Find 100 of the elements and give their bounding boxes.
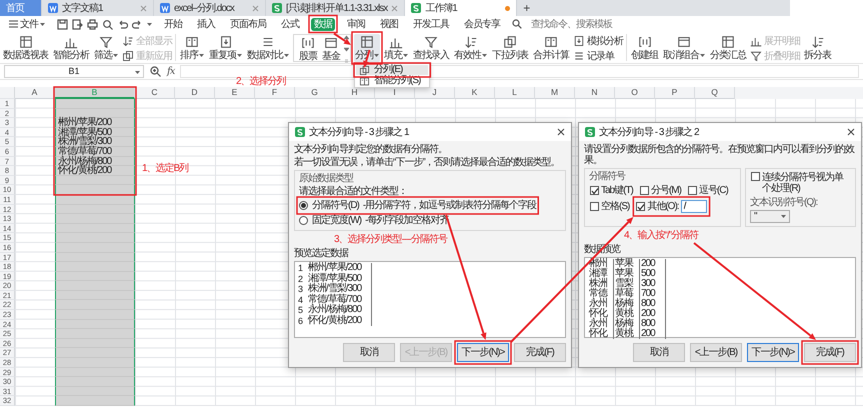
column-header[interactable]: K	[455, 87, 495, 99]
new-tab-button[interactable]: +	[517, 0, 536, 16]
dialog-button[interactable]: 下一步(N)>	[747, 343, 799, 362]
checkbox-label[interactable]: 其他(O):	[647, 201, 679, 212]
ribbon-button[interactable]: 基金	[321, 35, 341, 63]
ribbon-button[interactable]: 下拉列表	[491, 34, 529, 62]
column-header[interactable]: M	[535, 87, 575, 99]
option-label[interactable]: 固定宽度(W)	[312, 215, 362, 226]
ribbon-button[interactable]: 筛选	[93, 34, 119, 62]
menu-tab[interactable]: 页面布局	[227, 18, 269, 30]
ribbon-button[interactable]: 记录单	[573, 50, 623, 62]
ribbon-button[interactable]: 合并计算	[532, 34, 570, 62]
checkbox[interactable]	[640, 186, 649, 195]
dialog-button[interactable]: 完成(F)	[804, 343, 856, 362]
scroll-arrows-icon[interactable]	[344, 35, 349, 65]
zoom-icon[interactable]	[150, 66, 161, 77]
window-tab[interactable]: 文字文稿1	[42, 0, 154, 16]
sort-icon	[810, 35, 824, 49]
export-icon[interactable]	[72, 18, 83, 30]
option-label[interactable]: 分隔符号(D)	[312, 200, 359, 211]
ribbon-button[interactable]: 排序	[179, 34, 205, 62]
ribbon-button[interactable]: 重复项	[208, 34, 243, 62]
preview-text: 湘潭/苹果/500	[308, 274, 372, 284]
column-header[interactable]: N	[575, 87, 615, 99]
checkbox[interactable]	[590, 202, 599, 211]
window-tab[interactable]: 工作簿1	[405, 0, 518, 16]
save-icon[interactable]	[57, 18, 68, 30]
ribbon-button[interactable]: 分类汇总	[709, 34, 747, 62]
close-icon[interactable]	[557, 128, 565, 136]
dialog-button[interactable]: <上一步(B)	[690, 343, 742, 362]
ribbon-button[interactable]: 取消组合	[662, 34, 706, 62]
ribbon-button[interactable]: 拆分表	[803, 34, 832, 62]
checkbox-label[interactable]: 逗号(C)	[698, 185, 728, 196]
checkbox-label[interactable]: 分号(M)	[650, 185, 681, 196]
ribbon-button[interactable]: 填充	[383, 34, 409, 62]
close-icon[interactable]	[847, 128, 855, 136]
caret-icon	[113, 54, 118, 57]
column-header[interactable]: G	[295, 87, 335, 99]
table-icon	[360, 35, 374, 49]
column-header[interactable]: F	[255, 87, 295, 99]
window-icon	[324, 36, 338, 50]
checkbox[interactable]	[751, 172, 760, 181]
annotation-text: 4、输入按“/”分隔符	[623, 229, 700, 242]
menu-tab[interactable]: 开始	[161, 18, 185, 30]
ribbon-button[interactable]: 智能分析	[52, 34, 90, 62]
column-header[interactable]: E	[215, 87, 255, 99]
checkbox[interactable]	[688, 186, 697, 195]
column-header[interactable]: P	[655, 87, 695, 99]
radio-button[interactable]	[299, 216, 308, 225]
delimiter-input[interactable]: /	[680, 200, 707, 213]
column-header[interactable]: L	[495, 87, 535, 99]
preview-cell: 300	[640, 279, 666, 289]
checkbox[interactable]	[636, 202, 646, 211]
name-box[interactable]: B1	[4, 65, 144, 78]
search-icon	[512, 19, 522, 29]
sort-icon	[122, 35, 134, 47]
checkbox-label[interactable]: 空格(S)	[601, 201, 630, 212]
line-number: 4	[298, 294, 304, 305]
ribbon-button[interactable]: 有效性	[453, 34, 488, 62]
file-menu-button[interactable]: 文件	[6, 18, 48, 30]
column-header[interactable]: Q	[695, 87, 735, 99]
dialog-button[interactable]: 取消	[633, 343, 685, 362]
ribbon-button[interactable]: 查找录入	[412, 34, 450, 62]
caret-icon	[199, 54, 204, 57]
menu-item[interactable]: 分列(E)	[356, 65, 428, 75]
menu-tab[interactable]: 公式	[278, 18, 302, 30]
checkbox-label[interactable]: 连续分隔符号视为单个处理(R)	[762, 172, 850, 194]
menu-tab[interactable]: 会员专享	[461, 18, 503, 30]
caret-icon	[374, 54, 379, 57]
dialog-button[interactable]: 取消	[343, 343, 395, 362]
checkbox-label[interactable]: Tab键(T)	[601, 185, 633, 196]
window-tab[interactable]: excel--分列.docx	[154, 0, 266, 16]
column-header[interactable]: D	[175, 87, 215, 99]
search-field[interactable]: 查找命令、搜索模板	[531, 18, 641, 30]
ribbon-button[interactable]: 数据对比	[246, 34, 290, 62]
download-icon	[573, 35, 585, 47]
menu-tab[interactable]: 插入	[194, 18, 218, 30]
checkbox[interactable]	[590, 186, 599, 195]
function-label[interactable]: fx	[167, 66, 174, 77]
column-header[interactable]: O	[615, 87, 655, 99]
printer-icon[interactable]	[87, 18, 98, 30]
dialog-button[interactable]: 完成(F)	[514, 343, 566, 362]
undo-icon[interactable]	[117, 18, 128, 30]
ribbon-button[interactable]: 模拟分析	[573, 35, 623, 47]
column-header[interactable]: C	[135, 87, 175, 99]
redo-icon[interactable]	[132, 18, 143, 30]
magnifier-icon[interactable]	[102, 18, 113, 30]
menu-tab[interactable]: 视图	[377, 18, 401, 30]
qualifier-select[interactable]: "	[750, 210, 790, 223]
radio-button[interactable]	[299, 201, 308, 210]
preview-title: 预览选定数据	[294, 248, 350, 259]
ribbon-button[interactable]: 数据透视表	[2, 34, 49, 62]
document-icon	[48, 3, 58, 13]
preview-cell: 永州	[588, 299, 614, 309]
ribbon-button[interactable]: 股票	[298, 35, 318, 63]
ribbon-button[interactable]: 创建组	[630, 34, 659, 62]
menu-tab[interactable]: 开发工具	[410, 18, 452, 30]
line-number: 1	[298, 263, 304, 274]
menu-tab[interactable]: 审阅	[344, 18, 368, 30]
dialog-button[interactable]: 下一步(N)>	[457, 343, 509, 362]
